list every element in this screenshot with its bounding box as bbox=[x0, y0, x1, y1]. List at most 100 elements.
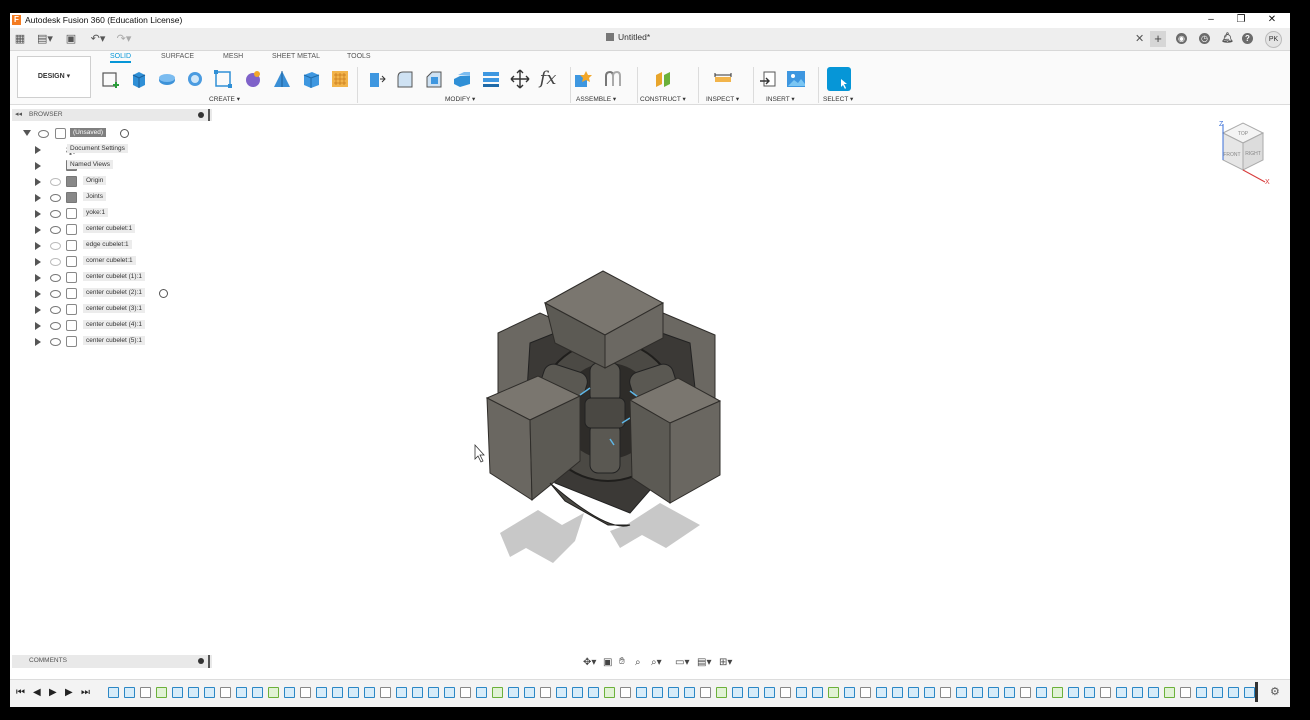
tab-mesh[interactable]: MESH bbox=[223, 53, 243, 60]
loft-icon[interactable] bbox=[213, 69, 233, 89]
timeline-feature-icon[interactable] bbox=[732, 687, 743, 698]
form-icon[interactable] bbox=[330, 69, 350, 89]
expand-triangle-icon[interactable] bbox=[35, 338, 41, 346]
timeline-feature-icon[interactable] bbox=[1164, 687, 1175, 698]
timeline-feature-icon[interactable] bbox=[1116, 687, 1127, 698]
construct-menu[interactable]: CONSTRUCT ▾ bbox=[640, 95, 686, 103]
close-tab-icon[interactable]: ✕ bbox=[1135, 32, 1144, 45]
display-settings-icon[interactable]: ▭▾ bbox=[675, 657, 689, 668]
timeline-feature-icon[interactable] bbox=[652, 687, 663, 698]
timeline-feature-icon[interactable] bbox=[332, 687, 343, 698]
timeline-feature-icon[interactable] bbox=[156, 687, 167, 698]
timeline-feature-icon[interactable] bbox=[1100, 687, 1111, 698]
timeline-feature-icon[interactable] bbox=[940, 687, 951, 698]
browser-item[interactable]: yoke:1 bbox=[10, 207, 210, 221]
browser-item[interactable]: Origin bbox=[10, 175, 210, 189]
expand-triangle-icon[interactable] bbox=[35, 290, 41, 298]
timeline-feature-icon[interactable] bbox=[396, 687, 407, 698]
timeline-feature-icon[interactable] bbox=[1084, 687, 1095, 698]
browser-root-node[interactable]: (Unsaved) bbox=[10, 127, 210, 141]
timeline-feature-icon[interactable] bbox=[604, 687, 615, 698]
timeline-feature-icon[interactable] bbox=[1004, 687, 1015, 698]
user-avatar[interactable]: PK bbox=[1265, 31, 1282, 48]
visibility-eye-icon[interactable] bbox=[50, 226, 61, 234]
timeline-feature-icon[interactable] bbox=[956, 687, 967, 698]
insert-menu[interactable]: INSERT ▾ bbox=[766, 95, 795, 103]
timeline-feature-icon[interactable] bbox=[748, 687, 759, 698]
change-parameters-fx-icon[interactable]: fx bbox=[538, 69, 558, 89]
visibility-eye-icon[interactable] bbox=[50, 178, 61, 186]
assemble-menu[interactable]: ASSEMBLE ▾ bbox=[576, 95, 616, 103]
timeline-feature-icon[interactable] bbox=[1132, 687, 1143, 698]
collapse-panel-icon[interactable]: ◂◂ bbox=[15, 110, 22, 118]
expand-triangle-icon[interactable] bbox=[35, 306, 41, 314]
timeline-feature-icon[interactable] bbox=[1052, 687, 1063, 698]
timeline-feature-icon[interactable] bbox=[108, 687, 119, 698]
timeline-feature-icon[interactable] bbox=[796, 687, 807, 698]
timeline-feature-icon[interactable] bbox=[1212, 687, 1223, 698]
viewcube[interactable]: TOP FRONT RIGHT Z X bbox=[1215, 118, 1275, 188]
rib-icon[interactable] bbox=[243, 69, 263, 89]
timeline-feature-icon[interactable] bbox=[268, 687, 279, 698]
timeline-feature-icon[interactable] bbox=[844, 687, 855, 698]
visibility-eye-icon[interactable] bbox=[50, 274, 61, 282]
modify-menu[interactable]: MODIFY ▾ bbox=[445, 95, 475, 103]
extrude-icon[interactable] bbox=[129, 69, 149, 89]
revolve-icon[interactable] bbox=[157, 69, 177, 89]
fit-icon[interactable]: ⌕▾ bbox=[651, 657, 662, 668]
timeline-feature-icon[interactable] bbox=[188, 687, 199, 698]
timeline-feature-icon[interactable] bbox=[284, 687, 295, 698]
visibility-eye-icon[interactable] bbox=[50, 258, 61, 266]
select-arrow-icon[interactable] bbox=[827, 67, 851, 91]
timeline-feature-icon[interactable] bbox=[924, 687, 935, 698]
timeline-feature-icon[interactable] bbox=[172, 687, 183, 698]
tab-tools[interactable]: TOOLS bbox=[347, 53, 371, 60]
timeline-feature-icon[interactable] bbox=[1020, 687, 1031, 698]
expand-triangle-icon[interactable] bbox=[23, 130, 31, 136]
timeline-feature-icon[interactable] bbox=[636, 687, 647, 698]
grid-snaps-icon[interactable]: ▤▾ bbox=[697, 657, 711, 668]
sweep-icon[interactable] bbox=[185, 69, 205, 89]
expand-triangle-icon[interactable] bbox=[35, 146, 41, 154]
insert-canvas-icon[interactable] bbox=[786, 69, 806, 89]
timeline-feature-icon[interactable] bbox=[988, 687, 999, 698]
timeline-feature-icon[interactable] bbox=[252, 687, 263, 698]
tab-solid[interactable]: SOLID bbox=[110, 53, 132, 63]
select-menu[interactable]: SELECT ▾ bbox=[823, 95, 853, 103]
timeline-feature-icon[interactable] bbox=[1180, 687, 1191, 698]
timeline-feature-icon[interactable] bbox=[316, 687, 327, 698]
timeline-first-icon[interactable]: ⏮︎ bbox=[16, 687, 25, 698]
new-tab-button[interactable]: + bbox=[1150, 31, 1166, 47]
timeline-feature-icon[interactable] bbox=[876, 687, 887, 698]
restore-button[interactable]: ❐ bbox=[1226, 13, 1256, 28]
timeline-next-icon[interactable]: ▶︎ bbox=[65, 687, 73, 698]
offset-plane-icon[interactable] bbox=[653, 69, 673, 89]
browser-pin-icon[interactable] bbox=[198, 112, 204, 118]
timeline-feature-icon[interactable] bbox=[700, 687, 711, 698]
redo-icon[interactable]: ↷▾ bbox=[114, 32, 134, 46]
extensions-icon[interactable]: ◉ bbox=[1176, 33, 1187, 44]
insert-derive-icon[interactable] bbox=[758, 69, 778, 89]
timeline-feature-icon[interactable] bbox=[556, 687, 567, 698]
timeline-feature-icon[interactable] bbox=[524, 687, 535, 698]
timeline-feature-icon[interactable] bbox=[364, 687, 375, 698]
box-icon[interactable] bbox=[301, 69, 321, 89]
browser-resize-handle[interactable] bbox=[208, 109, 210, 121]
timeline-feature-icon[interactable] bbox=[892, 687, 903, 698]
chamfer-icon[interactable] bbox=[424, 69, 444, 89]
notifications-bell-icon[interactable]: 🔔︎ bbox=[1221, 33, 1234, 44]
timeline-feature-icon[interactable] bbox=[140, 687, 151, 698]
browser-item[interactable]: edge cubelet:1 bbox=[10, 239, 210, 253]
timeline-last-icon[interactable]: ⏭︎ bbox=[81, 687, 90, 698]
joint-icon[interactable] bbox=[603, 69, 623, 89]
timeline-feature-icon[interactable] bbox=[124, 687, 135, 698]
timeline-feature-icon[interactable] bbox=[668, 687, 679, 698]
file-menu-icon[interactable]: ▤▾ bbox=[35, 32, 55, 46]
timeline-play-icon[interactable]: ▶ bbox=[49, 687, 57, 698]
timeline-feature-icon[interactable] bbox=[444, 687, 455, 698]
help-icon[interactable]: ? bbox=[1242, 33, 1253, 44]
create-sketch-icon[interactable] bbox=[101, 69, 121, 89]
timeline-feature-icon[interactable] bbox=[460, 687, 471, 698]
timeline-marker[interactable] bbox=[1255, 682, 1258, 702]
move-copy-icon[interactable] bbox=[510, 69, 530, 89]
